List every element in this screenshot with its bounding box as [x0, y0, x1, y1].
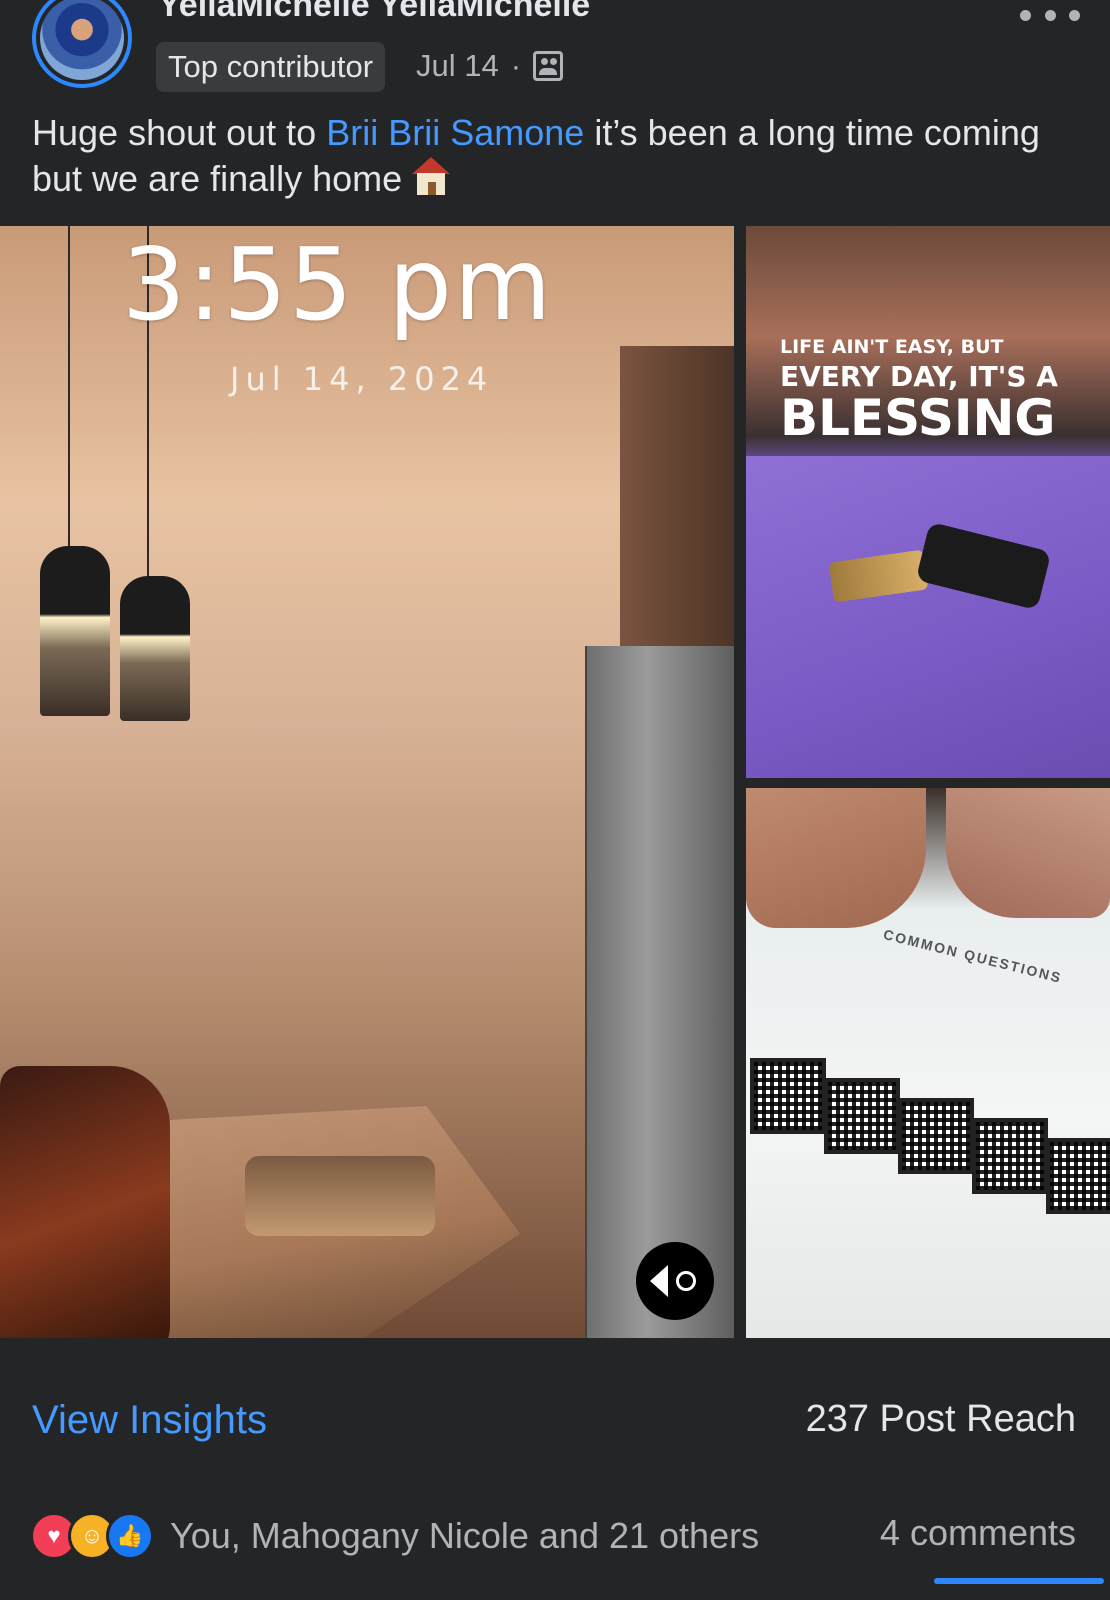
mute-button[interactable]: [636, 1242, 714, 1320]
post-date[interactable]: Jul 14: [416, 48, 499, 84]
qr-code: [898, 1098, 974, 1174]
hand: [946, 788, 1110, 918]
avatar-photo: [40, 0, 124, 80]
pendant-lamp: [40, 546, 110, 716]
reactors-text: You, Mahogany Nicole and 21 others: [170, 1515, 760, 1556]
mute-indicator-icon: [676, 1271, 696, 1291]
post-text-start: Huge shout out to: [32, 112, 327, 153]
post-text: Huge shout out to Brii Brii Samone it’s …: [32, 110, 1072, 202]
post-meta: Jul 14 ·: [416, 48, 564, 84]
speaker-muted-icon: [650, 1265, 668, 1297]
mention-link[interactable]: Brii Brii Samone: [326, 112, 584, 153]
reactions-summary[interactable]: ♥ ☺ 👍 You, Mahogany Nicole and 21 others: [30, 1512, 759, 1560]
lamp-cord: [68, 226, 70, 546]
author-name[interactable]: YellaMichelle YellaMichelle: [158, 0, 590, 25]
keys-in-hand: [0, 1066, 170, 1338]
author-avatar[interactable]: [32, 0, 132, 88]
more-options-icon[interactable]: [1020, 0, 1080, 30]
qr-code: [750, 1058, 826, 1134]
more-dot: [1044, 9, 1056, 21]
qr-code: [972, 1118, 1048, 1194]
quote-line-3: BLESSING: [780, 389, 1056, 447]
purple-folder: [746, 456, 1110, 778]
meta-separator: ·: [510, 48, 522, 83]
qr-code: [824, 1078, 900, 1154]
audience-icon[interactable]: [533, 51, 564, 81]
top-contributor-badge: Top contributor: [156, 42, 386, 92]
documents-photo[interactable]: COMMON QUESTIONS: [746, 788, 1110, 1338]
more-dot: [1069, 9, 1080, 21]
keys-photo[interactable]: LIFE AIN'T EASY, BUT EVERY DAY, IT'S A B…: [746, 226, 1110, 778]
photo-time-overlay: 3:55 pm: [122, 226, 554, 343]
photo-date-overlay: Jul 14, 2024: [230, 360, 494, 398]
main-video-photo[interactable]: 3:55 pm Jul 14, 2024: [0, 226, 734, 1338]
pendant-lamp: [120, 576, 190, 721]
hand-with-highlighter: [746, 788, 926, 928]
house-emoji-icon: [412, 157, 451, 195]
post-reach: 237 Post Reach: [805, 1398, 1076, 1440]
active-tab-indicator: [934, 1578, 1104, 1584]
quote-line-1: LIFE AIN'T EASY, BUT: [780, 336, 1004, 358]
refrigerator: [585, 646, 734, 1338]
like-reaction-icon: 👍: [106, 1512, 154, 1560]
kitchen-sink: [245, 1156, 435, 1236]
document-heading: COMMON QUESTIONS: [881, 926, 1064, 986]
view-insights-link[interactable]: View Insights: [32, 1398, 267, 1443]
more-dot: [1020, 9, 1031, 21]
comments-count[interactable]: 4 comments: [880, 1512, 1076, 1554]
qr-code: [1046, 1138, 1110, 1214]
blessing-quote: LIFE AIN'T EASY, BUT EVERY DAY, IT'S A B…: [780, 336, 1058, 443]
